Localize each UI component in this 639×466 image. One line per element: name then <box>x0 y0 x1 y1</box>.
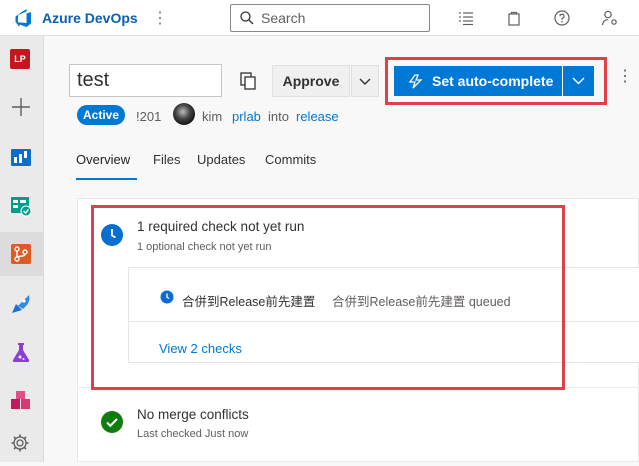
project-initials: LP <box>10 49 30 69</box>
azure-devops-logo-icon[interactable] <box>12 8 32 28</box>
tab-updates[interactable]: Updates <box>197 152 245 167</box>
pipelines-icon <box>12 295 30 313</box>
help-icon[interactable] <box>553 9 571 27</box>
check-circle-icon <box>101 411 123 433</box>
approve-dropdown-button[interactable] <box>351 65 379 97</box>
author-name[interactable]: kim <box>202 109 222 124</box>
shopping-bag-icon[interactable] <box>505 9 523 27</box>
nav-repos[interactable] <box>0 232 44 276</box>
approve-button[interactable]: Approve <box>272 65 350 97</box>
nav-artifacts[interactable] <box>0 330 44 374</box>
test-plans-icon <box>11 197 32 217</box>
boards-icon <box>11 149 31 166</box>
nav-packages[interactable] <box>0 379 44 423</box>
more-actions-icon[interactable]: ⋮ <box>617 66 633 86</box>
search-icon <box>240 11 254 25</box>
tab-commits[interactable]: Commits <box>265 152 316 167</box>
status-badge: Active <box>77 105 125 125</box>
add-button[interactable] <box>0 85 44 129</box>
source-branch-link[interactable]: prlab <box>232 109 261 124</box>
list-icon[interactable] <box>457 9 475 27</box>
chevron-down-icon <box>359 78 371 85</box>
merge-status-title[interactable]: No merge conflicts <box>137 407 249 422</box>
highlight-box-checks <box>91 205 565 390</box>
active-tab-indicator <box>76 178 137 180</box>
settings-icon <box>11 434 29 452</box>
nav-boards[interactable] <box>0 134 44 178</box>
artifacts-icon <box>12 343 30 362</box>
tab-overview[interactable]: Overview <box>76 152 130 167</box>
project-avatar[interactable]: LP <box>0 38 44 82</box>
nav-test-plans[interactable] <box>0 184 44 228</box>
search-box[interactable] <box>230 4 430 32</box>
top-bar: Azure DevOps ⋮ <box>0 0 639 36</box>
author-avatar[interactable] <box>173 103 195 125</box>
more-vertical-icon[interactable]: ⋮ <box>152 8 168 28</box>
tab-files[interactable]: Files <box>153 152 180 167</box>
merge-status-subtitle: Last checked Just now <box>137 428 249 440</box>
pr-id: !201 <box>136 109 162 124</box>
pull-request-page: Approve Set auto-complete ⋮ Active !201 … <box>44 36 639 462</box>
copy-icon[interactable] <box>238 71 258 91</box>
user-settings-icon[interactable] <box>601 9 619 27</box>
highlight-box-auto-complete <box>385 57 607 105</box>
nav-settings[interactable] <box>0 422 44 466</box>
repos-icon <box>11 244 31 264</box>
search-input[interactable] <box>261 10 421 26</box>
add-icon <box>12 98 30 116</box>
brand-name[interactable]: Azure DevOps <box>42 10 138 26</box>
nav-pipelines[interactable] <box>0 282 44 326</box>
left-navigation: LP <box>0 36 44 462</box>
target-branch-link[interactable]: release <box>296 109 339 124</box>
pr-title-input[interactable] <box>69 64 222 97</box>
package-icon <box>11 391 30 409</box>
into-text: into <box>268 109 289 124</box>
